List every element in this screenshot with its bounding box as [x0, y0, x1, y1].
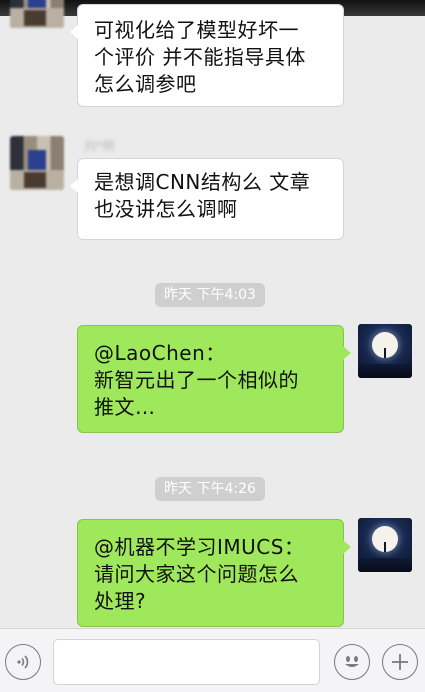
sender-name: 刘*明	[84, 139, 115, 153]
message-line: 新智元出了一个相似的	[94, 368, 299, 392]
message-line: 请问大家这个问题怎么	[94, 562, 299, 586]
voice-input-button[interactable]	[5, 644, 41, 680]
message-line: 处理?	[94, 589, 147, 613]
message-bubble[interactable]: @LaoChen： 新智元出了一个相似的 推文…	[77, 325, 351, 433]
avatar[interactable]	[10, 0, 64, 28]
avatar[interactable]	[10, 136, 64, 190]
message-line: 也没讲怎么调啊	[94, 197, 238, 221]
message-line: 怎么调参吧	[94, 72, 197, 96]
plus-icon	[392, 654, 408, 670]
timestamp: 昨天 下午4:26	[155, 477, 265, 501]
message-line: 推文…	[94, 395, 156, 419]
avatar[interactable]	[358, 324, 412, 378]
voice-icon	[17, 655, 29, 669]
message-input[interactable]	[53, 639, 320, 685]
input-bar	[0, 628, 425, 692]
message-line: 是想调CNN结构么 文章	[94, 170, 311, 194]
message-bubble[interactable]: @机器不学习IMUCS： 请问大家这个问题怎么 处理?	[77, 519, 351, 627]
emoji-button[interactable]	[334, 644, 370, 680]
message-line: @机器不学习IMUCS：	[94, 535, 305, 559]
chat-area[interactable]: 可视化给了模型好坏一 个评价 并不能指导具体 怎么调参吧 刘*明 是想调CNN结…	[0, 0, 425, 628]
message-line: 个评价 并不能指导具体	[94, 45, 306, 69]
message-bubble[interactable]: 可视化给了模型好坏一 个评价 并不能指导具体 怎么调参吧	[70, 4, 344, 107]
avatar[interactable]	[358, 518, 412, 572]
message-line: @LaoChen：	[94, 341, 226, 365]
message-line: 可视化给了模型好坏一	[94, 18, 299, 42]
message-bubble[interactable]: 是想调CNN结构么 文章 也没讲怎么调啊	[70, 158, 344, 240]
emoji-icon	[345, 656, 359, 667]
more-options-button[interactable]	[382, 644, 418, 680]
timestamp: 昨天 下午4:03	[155, 283, 265, 307]
